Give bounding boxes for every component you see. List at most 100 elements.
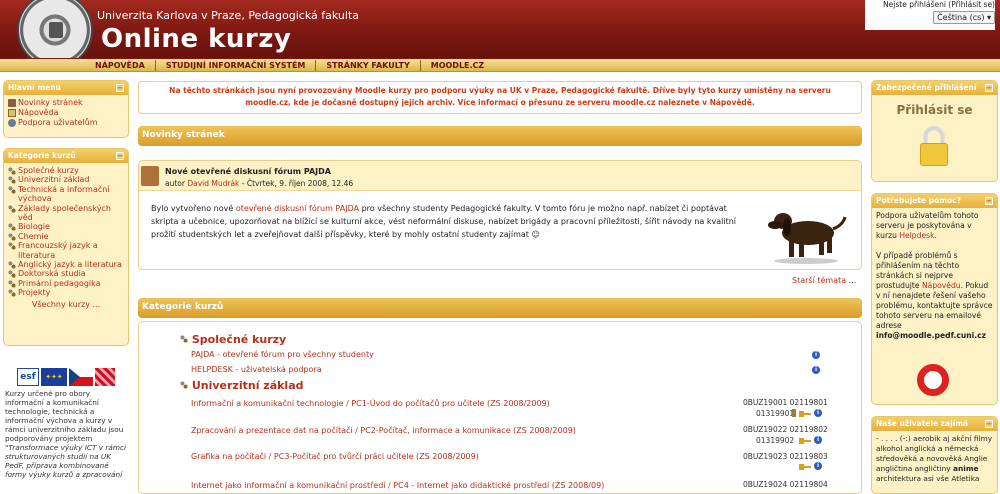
help-text-1: Podpora uživatelům tohoto serveru je pos… [876, 211, 979, 240]
esf-text: Kurzy určené pro obory informační a komu… [5, 389, 126, 479]
category-item[interactable]: Chemie [8, 232, 124, 241]
info-icon[interactable]: i [814, 436, 822, 444]
menu-item-news[interactable]: Novinky stránek [8, 98, 124, 108]
nav-faculty[interactable]: STRÁNKY FAKULTY [316, 60, 421, 71]
forum-post: Nové otevřené diskusní fórum PAJDA autor… [138, 160, 862, 270]
info-icon[interactable]: i [814, 409, 822, 417]
dachshund-image [768, 213, 847, 264]
category-item[interactable]: Primární pedagogika [8, 279, 124, 288]
login-link[interactable]: Přihlásit se [872, 103, 997, 117]
main-menu-block: Hlavní menu − Novinky stránek Nápověda Po… [3, 80, 129, 138]
help-link[interactable]: Nápovědu [922, 281, 961, 290]
category-icon [8, 223, 16, 232]
category-item[interactable]: Francouzský jazyk a literatura [8, 241, 124, 260]
moodle-notice: Na těchto stránkách jsou nyní provozován… [138, 81, 862, 114]
login-info[interactable]: Nejste přihlášeni (Přihlásit se) [865, 0, 995, 9]
course-code: 0BUZ19001 02119801 [743, 398, 828, 407]
key-icon [799, 438, 811, 444]
info-icon[interactable]: i [814, 462, 822, 470]
collapse-icon[interactable]: − [985, 84, 993, 92]
post-body: Bylo vytvořeno nové otevřené diskusní fó… [151, 204, 737, 239]
collapse-icon[interactable]: − [116, 152, 124, 160]
support-email[interactable]: info@moodle.pedf.cuni.cz [876, 331, 993, 341]
pattern-logo [95, 368, 115, 386]
menu-item-support[interactable]: Podpora uživatelům [8, 118, 124, 128]
interests-block: Naše uživatele zajímá − - . . . . (-:) ae… [871, 416, 998, 494]
category-icon [180, 381, 188, 389]
category-item[interactable]: Anglický jazyk a literatura [8, 260, 124, 270]
category-icon [8, 204, 16, 213]
older-topics-link[interactable]: Starší témata [792, 276, 846, 285]
interests-tags: - . . . . (-:) aerobik aj akční filmy al… [876, 434, 993, 483]
university-name: Univerzita Karlova v Praze, Pedagogická … [97, 9, 359, 22]
course-code: 0BUZ19023 02119803 [743, 452, 828, 461]
collapse-icon[interactable]: − [116, 84, 124, 92]
category-item[interactable]: Univerzitní základ [8, 175, 124, 185]
forum-link[interactable]: otevřené diskusní fórum PAJDA [236, 204, 359, 213]
all-courses-link[interactable]: Všechny kurzy ... [32, 300, 100, 309]
category-item[interactable]: Společné kurzy [8, 166, 124, 175]
older-topics: Starší témata ... [792, 276, 857, 285]
smiley-icon: ☺ [531, 230, 540, 239]
category-item[interactable]: Doktorská studia [8, 269, 124, 279]
block-title: Potřebujete pomoc? [876, 196, 961, 205]
course-link[interactable]: HELPDESK - uživatelská podpora [191, 365, 322, 374]
category-item[interactable]: Technická a informační výchova [8, 185, 124, 204]
language-select[interactable]: Čeština (cs) ▾ [933, 11, 995, 24]
category-icon [8, 232, 16, 241]
nav-help[interactable]: NÁPOVĚDA [95, 60, 156, 71]
course-categories-header: Kategorie kurzů [138, 298, 862, 318]
course-code: 0BUZ19022 02119802 [743, 425, 828, 434]
login-area: Nejste přihlášeni (Přihlásit se) Čeština… [865, 0, 995, 30]
category-icon [8, 167, 16, 175]
category-icon [180, 335, 188, 343]
menu-item-help[interactable]: Nápověda [8, 108, 124, 118]
author-avatar[interactable] [141, 166, 159, 186]
user-icon [8, 119, 16, 127]
categories-block: Kategorie kurzů − Společné kurzy Univerzi… [3, 148, 129, 346]
nav-moodle[interactable]: MOODLE.CZ [421, 60, 494, 71]
course-category-title[interactable]: Univerzitní základ [180, 379, 304, 392]
eu-flag-logo: ✦✦✦ [41, 368, 67, 386]
category-item[interactable]: Biologie [8, 222, 124, 232]
secure-login-block: Zabezpečené přihlášení − Přihlásit se [871, 80, 998, 182]
info-icon[interactable]: i [812, 366, 820, 374]
nav-sis[interactable]: STUDIJNÍ INFORMAČNÍ SYSTÉM [156, 60, 317, 71]
category-icon [8, 289, 16, 298]
author-link[interactable]: David Mudrák [187, 179, 239, 188]
chevron-down-icon: ▾ [986, 13, 991, 22]
guest-access-icon [792, 409, 796, 417]
help-icon [8, 109, 16, 117]
top-navigation: NÁPOVĚDA STUDIJNÍ INFORMAČNÍ SYSTÉM STRÁ… [0, 58, 1000, 72]
site-header: Univerzita Karlova v Praze, Pedagogická … [0, 0, 1000, 68]
course-code: 0BUZ19024 02119804 [743, 480, 828, 489]
collapse-icon[interactable]: − [985, 420, 993, 428]
esf-logo: esf [17, 368, 39, 386]
czech-flag-logo [69, 368, 93, 386]
course-link[interactable]: Grafika na počítači / PC3-Počítač pro tv… [191, 452, 479, 461]
category-icon [8, 279, 16, 288]
info-icon[interactable]: i [812, 351, 820, 359]
news-section-header: Novinky stránek [138, 126, 862, 146]
course-link[interactable]: PAJDA - otevřené fórum pro všechny stude… [191, 350, 374, 359]
helpdesk-link[interactable]: Helpdesk [899, 231, 934, 240]
site-title[interactable]: Online kurzy [101, 24, 291, 54]
course-link[interactable]: Zpracování a prezentace dat na počítači … [191, 426, 576, 435]
course-link[interactable]: Internet jako informační a komunikační p… [191, 481, 604, 490]
category-item[interactable]: Projekty [8, 288, 124, 298]
help-text-2: V případě problémů s přihlášením na těch… [876, 251, 993, 330]
course-code: 01319902 [756, 436, 795, 445]
news-icon [8, 99, 16, 107]
course-category-title[interactable]: Společné kurzy [180, 333, 286, 346]
category-item[interactable]: Základy společenských věd [8, 204, 124, 223]
lifebuoy-icon [917, 364, 949, 396]
course-link[interactable]: Informační a komunikační technologie / P… [191, 399, 550, 408]
collapse-icon[interactable]: − [985, 197, 993, 205]
block-title: Kategorie kurzů [8, 151, 76, 160]
category-icon [8, 261, 16, 270]
category-icon [8, 185, 16, 194]
help-block: Potřebujete pomoc? − Podpora uživatelům t… [871, 193, 998, 405]
category-icon [8, 270, 16, 279]
block-title: Naše uživatele zajímá [876, 419, 969, 428]
padlock-icon[interactable] [917, 123, 951, 169]
